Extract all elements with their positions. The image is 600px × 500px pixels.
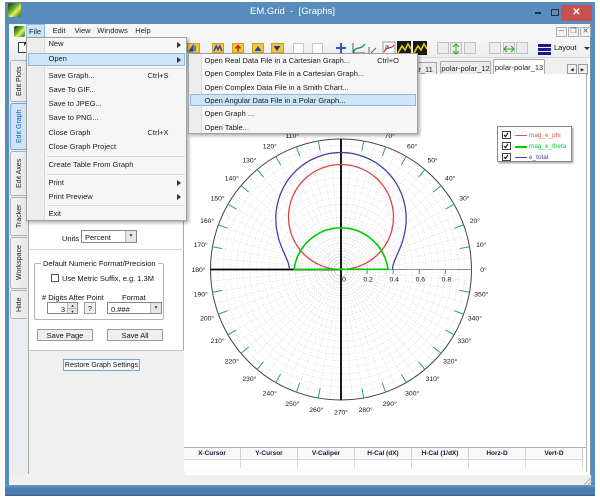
svg-text:230°: 230° [242,375,256,383]
svg-text:190°: 190° [194,291,208,299]
svg-text:180°: 180° [191,266,205,274]
svg-text:0.8: 0.8 [442,277,452,284]
svg-text:0°: 0° [480,266,487,274]
svg-text:340°: 340° [468,315,482,323]
svg-text:350°: 350° [474,291,488,299]
svg-text:150°: 150° [211,195,225,203]
svg-text:0.2: 0.2 [363,277,373,284]
svg-text:0.6: 0.6 [416,277,426,284]
svg-text:30°: 30° [459,195,470,203]
svg-text:320°: 320° [443,358,457,366]
svg-text:a: a [385,44,389,51]
svg-text:250°: 250° [285,400,299,408]
svg-text:60°: 60° [407,143,418,151]
svg-text:270°: 270° [334,408,348,416]
svg-text:210°: 210° [211,337,225,345]
svg-text:310°: 310° [426,375,440,383]
svg-text:0.4: 0.4 [389,277,399,284]
svg-text:200°: 200° [200,315,214,323]
svg-text:40°: 40° [445,174,456,182]
svg-text:300°: 300° [405,389,419,397]
svg-text:260°: 260° [309,406,323,414]
svg-text:330°: 330° [457,337,471,345]
svg-text:290°: 290° [383,400,397,408]
svg-text:50°: 50° [427,157,438,165]
svg-text:140°: 140° [225,174,239,182]
svg-text:240°: 240° [263,389,277,397]
svg-text:280°: 280° [359,406,373,414]
svg-text:120°: 120° [263,143,277,151]
svg-text:160°: 160° [200,217,214,225]
svg-text:0: 0 [342,277,346,284]
svg-text:170°: 170° [194,241,208,249]
svg-text:20°: 20° [470,217,481,225]
svg-text:220°: 220° [225,358,239,366]
svg-text:10°: 10° [476,241,487,249]
svg-text:130°: 130° [242,157,256,165]
